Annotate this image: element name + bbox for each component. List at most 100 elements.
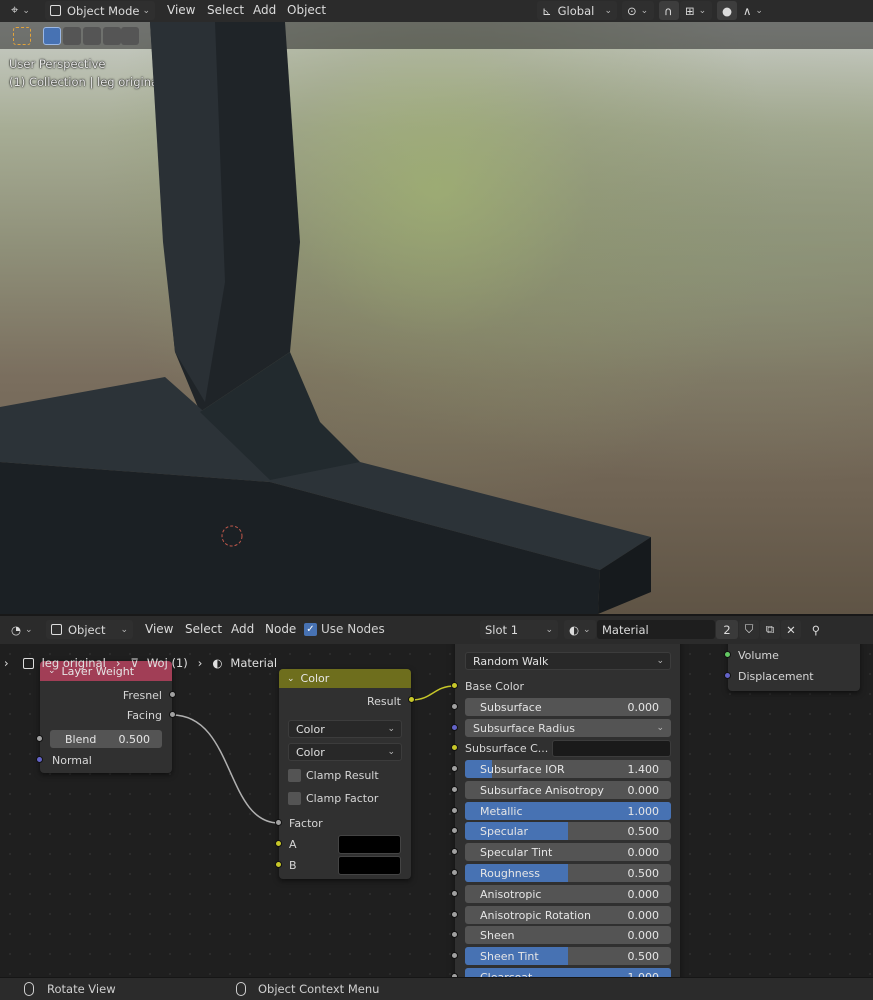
menu-view[interactable]: View xyxy=(145,622,173,636)
blend-mode-dropdown[interactable]: Color ⌄ xyxy=(288,743,402,761)
principled-bsdf-node[interactable]: Random Walk ⌄ Base Color Subsurface 0.000 S… xyxy=(451,644,680,977)
result-to-basecolor-link xyxy=(410,685,456,701)
a-socket[interactable] xyxy=(275,840,282,847)
field-value: 1.000 xyxy=(627,804,660,818)
input-socket[interactable] xyxy=(451,703,458,710)
input-socket[interactable] xyxy=(451,931,458,938)
editor-type-button[interactable]: ◔ ⌄ xyxy=(6,620,40,639)
proportional-edit-toggle[interactable]: ● xyxy=(717,1,737,20)
slot-dropdown[interactable]: Slot 1 ⌄ xyxy=(480,620,558,639)
layer-weight-node[interactable]: ⌄ Layer Weight Fresnel Facing Blend 0.50… xyxy=(36,661,176,773)
displacement-socket[interactable] xyxy=(724,672,731,679)
subsurface-radius-socket[interactable] xyxy=(451,724,458,731)
field-label: Anisotropic Rotation xyxy=(480,908,591,922)
result-socket[interactable] xyxy=(408,696,415,703)
material-browse-button[interactable]: ◐ ⌄ xyxy=(564,620,596,639)
field-label: Sheen xyxy=(480,928,515,942)
user-count-button[interactable]: 2 xyxy=(716,620,738,639)
mix-color-node[interactable]: ⌄ Color Result Color ⌄ Color ⌄ Clamp Resul… xyxy=(275,669,415,879)
bsdf-field-anisotropic-rotation[interactable]: Anisotropic Rotation 0.000 xyxy=(465,906,671,924)
subsurface-color-swatch[interactable] xyxy=(552,740,671,757)
input-socket[interactable] xyxy=(451,827,458,834)
input-socket[interactable] xyxy=(451,807,458,814)
bsdf-field-specular[interactable]: Specular 0.500 xyxy=(465,822,671,840)
pivot-point-button[interactable]: ⊙ ⌄ xyxy=(622,1,654,20)
chevron-right-icon: › xyxy=(4,656,9,670)
duplicate-material-button[interactable]: ⧉ xyxy=(760,620,780,639)
volume-socket[interactable] xyxy=(724,651,731,658)
mesh-icon: ⊽ xyxy=(130,656,139,670)
copy-icon: ⧉ xyxy=(765,622,775,636)
bsdf-field-metallic[interactable]: Metallic 1.000 xyxy=(465,802,671,820)
field-value: 0.000 xyxy=(627,700,660,714)
subsurface-method-dropdown[interactable]: Random Walk ⌄ xyxy=(465,652,671,670)
menu-add[interactable]: Add xyxy=(231,622,254,636)
use-nodes-toggle[interactable]: ✓ Use Nodes xyxy=(304,622,385,636)
node-header[interactable]: ⌄ Color xyxy=(279,669,411,688)
node-editor-canvas[interactable]: › leg original › ⊽ Woj (1) › ◐ Material … xyxy=(0,644,873,977)
menu-select[interactable]: Select xyxy=(185,622,222,636)
bsdf-field-specular-tint[interactable]: Specular Tint 0.000 xyxy=(465,843,671,861)
facing-socket[interactable] xyxy=(169,711,176,718)
bsdf-field-subsurface[interactable]: Subsurface 0.000 xyxy=(465,698,671,716)
chevron-down-icon: ⌄ xyxy=(142,5,150,16)
b-socket[interactable] xyxy=(275,861,282,868)
bsdf-field-subsurface-ior[interactable]: Subsurface IOR 1.400 xyxy=(465,760,671,778)
editor-type-button[interactable]: ⌖ ⌄ xyxy=(6,1,38,20)
node-editor-header: ◔ ⌄ Object ⌄ View Select Add Node ✓ Use N… xyxy=(0,614,873,644)
data-type-dropdown[interactable]: Color ⌄ xyxy=(288,720,402,738)
blend-socket[interactable] xyxy=(36,735,43,742)
chevron-down-icon: ⌄ xyxy=(656,656,664,666)
orientation-dropdown[interactable]: ⊾ Global ⌄ xyxy=(537,1,617,20)
input-socket[interactable] xyxy=(451,869,458,876)
fake-user-button[interactable]: ⛉ xyxy=(739,620,759,639)
shader-type-dropdown[interactable]: Object ⌄ xyxy=(46,620,133,639)
use-nodes-label: Use Nodes xyxy=(321,622,385,636)
menu-add[interactable]: Add xyxy=(253,3,276,17)
b-color-swatch[interactable] xyxy=(338,856,401,875)
input-socket[interactable] xyxy=(451,765,458,772)
base-color-socket[interactable] xyxy=(451,682,458,689)
bsdf-field-sheen-tint[interactable]: Sheen Tint 0.500 xyxy=(465,947,671,965)
falloff-button[interactable]: ∧ ⌄ xyxy=(738,1,768,20)
clamp-factor-checkbox[interactable]: Clamp Factor xyxy=(288,789,378,807)
field-label: Subsurface Anisotropy xyxy=(480,783,604,797)
mode-dropdown[interactable]: Object Mode ⌄ xyxy=(45,1,155,20)
material-output-node[interactable]: Volume Displacement xyxy=(724,644,860,691)
snap-target-button[interactable]: ⊞ ⌄ xyxy=(680,1,712,20)
snap-toggle[interactable]: ∩ xyxy=(659,1,679,20)
bsdf-field-roughness[interactable]: Roughness 0.500 xyxy=(465,864,671,882)
input-socket[interactable] xyxy=(451,786,458,793)
bsdf-field-subsurface-anisotropy[interactable]: Subsurface Anisotropy 0.000 xyxy=(465,781,671,799)
factor-socket[interactable] xyxy=(275,819,282,826)
mouse-right-icon xyxy=(236,982,246,996)
input-socket[interactable] xyxy=(451,952,458,959)
normal-socket[interactable] xyxy=(36,756,43,763)
subsurface-radius-dropdown[interactable]: Subsurface Radius ⌄ xyxy=(465,719,671,737)
bsdf-field-anisotropic[interactable]: Anisotropic 0.000 xyxy=(465,885,671,903)
3d-viewport[interactable]: User Perspective (1) Collection | leg or… xyxy=(0,22,873,614)
bsdf-field-clearcoat[interactable]: Clearcoat 1.000 xyxy=(465,968,671,977)
chevron-down-icon: ⌄ xyxy=(755,5,763,16)
menu-object[interactable]: Object xyxy=(287,3,326,17)
clamp-result-label: Clamp Result xyxy=(306,768,379,782)
input-socket[interactable] xyxy=(451,890,458,897)
menu-select[interactable]: Select xyxy=(207,3,244,17)
menu-node[interactable]: Node xyxy=(265,622,296,636)
bsdf-field-sheen[interactable]: Sheen 0.000 xyxy=(465,926,671,944)
blend-field[interactable]: Blend 0.500 xyxy=(50,730,162,748)
menu-view[interactable]: View xyxy=(167,3,195,17)
a-color-swatch[interactable] xyxy=(338,835,401,854)
subsurface-color-socket[interactable] xyxy=(451,744,458,751)
a-input: A xyxy=(289,837,297,851)
pin-button[interactable]: ⚲ xyxy=(806,620,826,639)
fresnel-socket[interactable] xyxy=(169,691,176,698)
status-left-hint: Rotate View xyxy=(47,982,116,996)
clamp-result-checkbox[interactable]: Clamp Result xyxy=(288,766,379,784)
input-socket[interactable] xyxy=(451,848,458,855)
breadcrumb-mesh: Woj (1) xyxy=(146,656,188,670)
chevron-down-icon: ⌄ xyxy=(387,747,395,757)
unlink-material-button[interactable]: ✕ xyxy=(781,620,801,639)
material-name-field[interactable]: Material xyxy=(597,620,715,639)
input-socket[interactable] xyxy=(451,911,458,918)
